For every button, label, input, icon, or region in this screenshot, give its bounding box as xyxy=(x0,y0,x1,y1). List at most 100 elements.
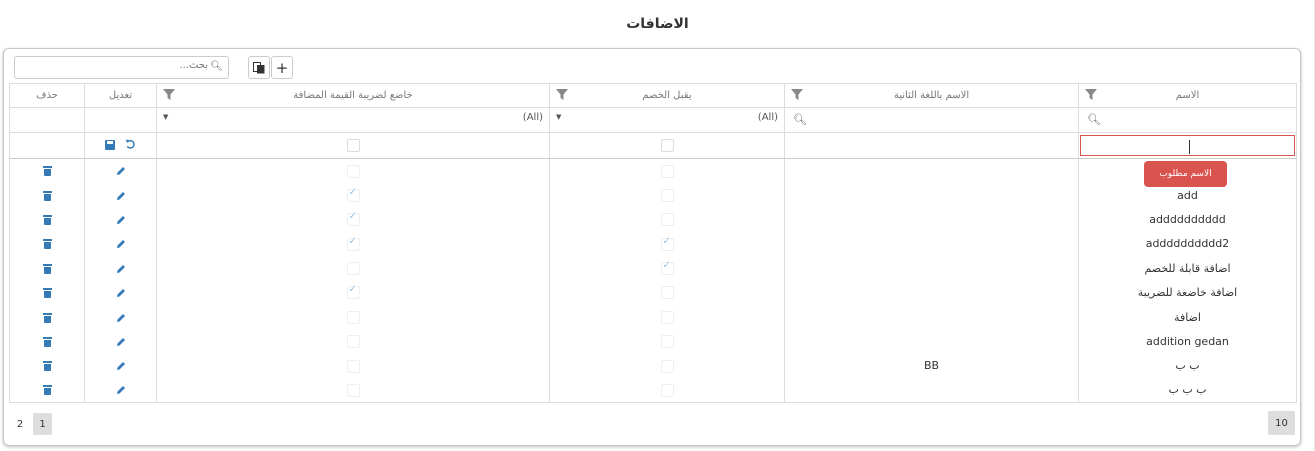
row-checkbox[interactable]: ✓ xyxy=(660,236,674,251)
delete-button[interactable] xyxy=(42,164,52,177)
row-checkbox[interactable]: ✓ xyxy=(346,284,360,300)
accepts-discount-cell xyxy=(549,158,785,183)
export-icon xyxy=(253,61,265,73)
trash-icon xyxy=(42,263,52,274)
row-checkbox[interactable]: ✓ xyxy=(660,260,674,275)
accepts-discount-checkbox[interactable] xyxy=(660,139,674,153)
table-row[interactable]: adddddddddd ✓ xyxy=(9,207,1297,232)
delete-button[interactable] xyxy=(42,359,52,372)
row-checkbox[interactable]: ✓ xyxy=(346,236,360,251)
validation-tooltip: الاسم مطلوب xyxy=(1144,161,1227,187)
name-input[interactable] xyxy=(1080,135,1295,156)
edit-button[interactable] xyxy=(116,262,126,275)
row-checkbox[interactable] xyxy=(660,335,674,349)
grid-search-input[interactable] xyxy=(28,60,208,71)
search-icon: 🔍︎ xyxy=(793,113,807,126)
row-checkbox[interactable] xyxy=(346,262,360,275)
filter-icon[interactable] xyxy=(163,89,175,101)
delete-button[interactable] xyxy=(42,189,52,202)
accepts-discount-cell xyxy=(549,329,785,354)
edit-button[interactable] xyxy=(116,311,126,324)
edit-button[interactable] xyxy=(116,359,126,372)
vat-taxable-cell: ✓ xyxy=(156,182,550,208)
export-button[interactable] xyxy=(248,56,270,79)
second-lang-filter-cell[interactable]: 🔍︎ xyxy=(784,107,1079,133)
row-checkbox[interactable] xyxy=(660,359,674,373)
row-checkbox[interactable] xyxy=(346,359,360,373)
column-header-vat-taxable[interactable]: خاضع لضريبة القيمة المضافة xyxy=(156,83,550,108)
filter-icon[interactable] xyxy=(1085,89,1097,101)
vat-taxable-cell xyxy=(156,378,550,403)
row-checkbox[interactable] xyxy=(660,188,674,202)
trash-icon xyxy=(42,312,52,323)
row-checkbox[interactable] xyxy=(346,383,360,397)
vat-taxable-cell: ✓ xyxy=(156,280,550,305)
row-checkbox[interactable] xyxy=(660,310,674,324)
page-1-button[interactable]: 1 xyxy=(33,413,52,435)
vat-taxable-cell xyxy=(156,256,550,281)
column-header-name[interactable]: الاسم xyxy=(1078,83,1297,108)
column-header-second-lang-name[interactable]: الاسم باللغة الثانية xyxy=(784,83,1079,108)
delete-button[interactable] xyxy=(42,237,52,250)
delete-button[interactable] xyxy=(42,286,52,299)
column-header-accepts-discount[interactable]: يقبل الخصم xyxy=(549,83,785,108)
row-checkbox[interactable] xyxy=(660,213,674,227)
pencil-icon xyxy=(116,313,125,322)
table-row[interactable]: add ✓ xyxy=(9,182,1297,208)
second-lang-name-cell: BB xyxy=(784,353,1079,379)
edit-button[interactable] xyxy=(116,335,126,348)
delete-button[interactable] xyxy=(42,213,52,226)
row-checkbox[interactable] xyxy=(660,164,674,178)
name-edit-cell[interactable] xyxy=(1078,132,1297,159)
row-checkbox[interactable]: ✓ xyxy=(346,186,360,202)
save-icon[interactable] xyxy=(105,139,116,150)
grid-search-box[interactable]: 🔍︎ xyxy=(14,56,229,79)
edit-cell xyxy=(84,280,157,305)
column-header-edit: تعديل xyxy=(84,83,157,108)
edit-button[interactable] xyxy=(116,383,126,396)
edit-button[interactable] xyxy=(116,213,126,226)
table-row[interactable]: addition gedan xyxy=(9,329,1297,354)
second-lang-name-cell xyxy=(784,378,1079,403)
delete-button[interactable] xyxy=(42,335,52,348)
table-row[interactable]: اضافة خاضعة للضريبة ✓ xyxy=(9,280,1297,305)
table-row[interactable]: adddddddddd2 ✓ ✓ xyxy=(9,231,1297,257)
vat-taxable-filter[interactable]: ▼ (All) xyxy=(156,107,550,133)
second-lang-edit-cell[interactable] xyxy=(784,132,1079,159)
table-row[interactable]: اضافة xyxy=(9,304,1297,330)
edit-cell xyxy=(84,207,157,232)
trash-icon xyxy=(42,239,52,250)
row-checkbox[interactable] xyxy=(346,335,360,349)
pencil-icon xyxy=(116,337,125,346)
name-cell: اضافة خاضعة للضريبة xyxy=(1078,280,1297,305)
edit-button[interactable] xyxy=(116,164,126,177)
add-row-button[interactable]: + xyxy=(271,56,293,79)
vat-taxable-checkbox[interactable] xyxy=(346,139,360,153)
table-row[interactable]: اضافة قابلة للخصم ✓ xyxy=(9,256,1297,281)
table-row[interactable]: ب ب ب xyxy=(9,378,1297,403)
row-checkbox[interactable] xyxy=(346,164,360,178)
filter-icon[interactable] xyxy=(791,89,803,101)
row-checkbox[interactable] xyxy=(346,310,360,324)
delete-button[interactable] xyxy=(42,262,52,275)
trash-icon xyxy=(42,385,52,396)
name-filter-cell[interactable]: 🔍︎ xyxy=(1078,107,1297,133)
delete-button[interactable] xyxy=(42,383,52,396)
trash-icon xyxy=(42,166,52,177)
row-checkbox[interactable] xyxy=(660,383,674,397)
new-row-editor xyxy=(9,132,1297,159)
row-checkbox[interactable] xyxy=(660,286,674,300)
table-row[interactable]: ب ب BB xyxy=(9,353,1297,379)
edit-button[interactable] xyxy=(116,286,126,299)
page-2-button[interactable]: 2 xyxy=(14,413,26,435)
table-row[interactable] xyxy=(9,158,1297,183)
filter-icon[interactable] xyxy=(556,89,568,101)
delete-button[interactable] xyxy=(42,311,52,324)
edit-button[interactable] xyxy=(116,237,126,250)
check-icon: ✓ xyxy=(348,186,357,198)
page-size-button[interactable]: 10 xyxy=(1268,411,1295,435)
undo-icon[interactable] xyxy=(125,139,136,150)
accepts-discount-filter[interactable]: ▼ (All) xyxy=(549,107,785,133)
edit-button[interactable] xyxy=(116,189,126,202)
row-checkbox[interactable]: ✓ xyxy=(346,211,360,227)
